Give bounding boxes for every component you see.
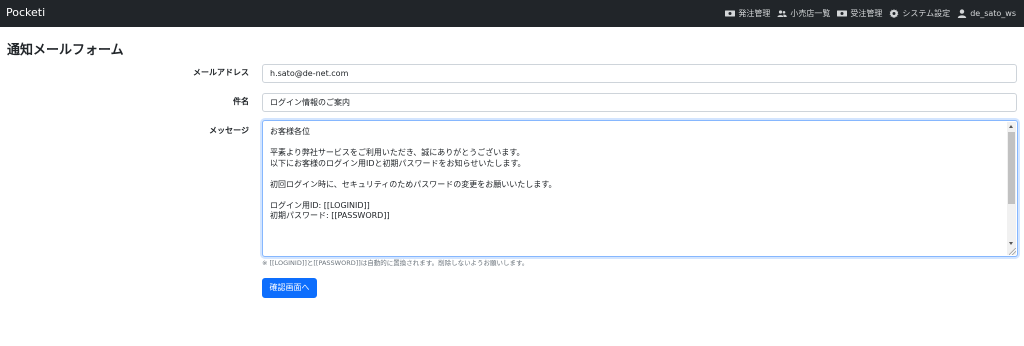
nav-item-label: 受注管理 [850, 8, 883, 18]
message-label: メッセージ [209, 126, 249, 135]
message-line: 初期パスワード: [[PASSWORD]] [270, 211, 390, 220]
message-line [270, 190, 1003, 201]
subject-field[interactable]: ログイン情報のご案内 [262, 93, 1017, 112]
nav-item-sales-management[interactable]: 受注管理 [837, 9, 882, 19]
confirm-button[interactable]: 確認画面へ [262, 278, 317, 298]
message-line [270, 138, 1003, 149]
nav-item-label: 発注管理 [738, 8, 771, 18]
scroll-up-arrow-icon[interactable] [1009, 125, 1013, 128]
message-text: お客様各位 平素より弊社サービスをご利用いただき、誠にありがとうございます。 以… [270, 127, 1003, 222]
message-line: 初回ログイン時に、セキュリティのためパスワードの変更をお願いいたします。 [270, 179, 557, 189]
subject-label: 件名 [233, 97, 249, 106]
email-label: メールアドレス [193, 68, 249, 77]
money-bill-icon [725, 10, 736, 17]
message-line: 以下にお客様のログイン用IDと初期パスワードをお知らせいたします。 [270, 158, 526, 168]
resize-handle-icon[interactable] [1009, 248, 1016, 255]
nav-links: 発注管理 小売店一覧 受注管理 システム設定 de_sato_ws [718, 0, 1016, 27]
email-field[interactable]: h.sato@de-net.com [262, 64, 1017, 83]
email-field-value: h.sato@de-net.com [270, 69, 349, 78]
textarea-scrollbar[interactable] [1007, 122, 1016, 255]
message-line: お客様各位 [270, 127, 310, 136]
message-textarea[interactable]: お客様各位 平素より弊社サービスをご利用いただき、誠にありがとうございます。 以… [262, 120, 1018, 257]
users-icon [777, 10, 788, 17]
message-line: ログイン用ID: [[LOGINID]] [270, 200, 370, 210]
brand-logo[interactable]: Pocketi [6, 6, 45, 20]
scroll-down-arrow-icon[interactable] [1009, 242, 1013, 245]
nav-item-user-account[interactable]: de_sato_ws [957, 9, 1016, 19]
nav-item-label: 小売店一覧 [790, 8, 831, 18]
scroll-thumb[interactable] [1008, 132, 1015, 204]
money-bill-icon [837, 10, 848, 17]
help-text: ※ [[LOGINID]]と[[PASSWORD]]は自動的に置換されます。削除… [262, 259, 529, 267]
nav-item-order-management[interactable]: 発注管理 [725, 9, 770, 19]
nav-item-label: システム設定 [902, 8, 951, 18]
subject-field-value: ログイン情報のご案内 [270, 98, 350, 107]
nav-item-label: de_sato_ws [970, 8, 1016, 18]
top-navbar: Pocketi 発注管理 小売店一覧 受注管理 システム設定 de_sato_w… [0, 0, 1024, 27]
gear-icon [889, 9, 899, 18]
message-line [270, 169, 1003, 180]
nav-item-retailers[interactable]: 小売店一覧 [777, 9, 830, 19]
message-line: 平素より弊社サービスをご利用いただき、誠にありがとうございます。 [270, 148, 525, 157]
user-icon [958, 9, 967, 18]
nav-item-system-settings[interactable]: システム設定 [889, 9, 950, 19]
page-title: 通知メールフォーム [7, 43, 124, 58]
